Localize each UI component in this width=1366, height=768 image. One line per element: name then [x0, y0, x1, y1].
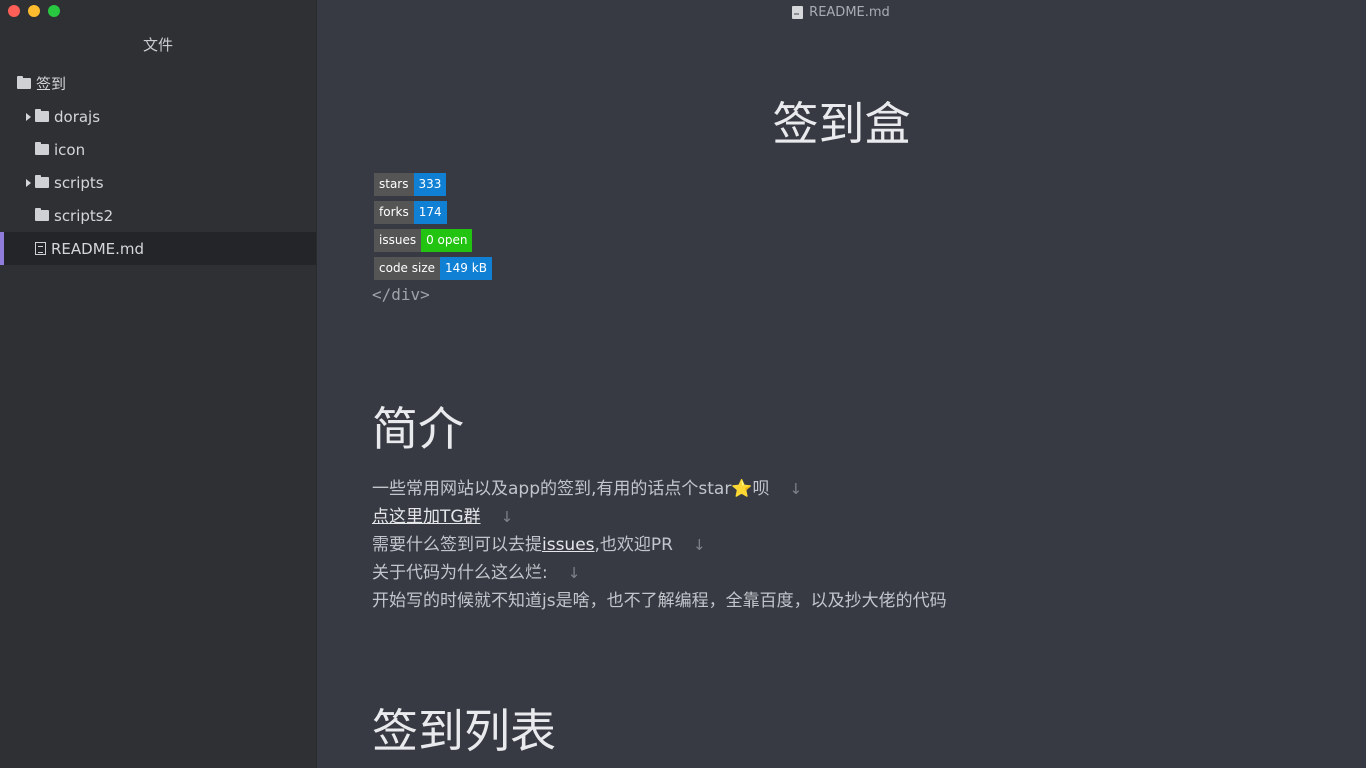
window-title-text: README.md [809, 4, 890, 20]
window-controls [8, 5, 60, 17]
intro-text: 关于代码为什么这么烂: [372, 563, 548, 583]
title-bar: README.md [0, 0, 1366, 24]
folder-icon [35, 109, 49, 122]
line-break-mark: ↓ [500, 508, 514, 526]
badge-issues[interactable]: issues 0 open [374, 229, 492, 252]
intro-line-3: 需要什么签到可以去提issues,也欢迎PR ↓ [372, 530, 706, 555]
intro-text: 需要什么签到可以去提 [372, 535, 542, 555]
file-icon [35, 242, 46, 255]
tree-folder-scripts[interactable]: scripts [0, 166, 316, 199]
tree-item-label: icon [54, 140, 86, 159]
badge-value: 0 open [421, 229, 473, 252]
line-break-mark: ↓ [693, 536, 706, 554]
maximize-window-button[interactable] [48, 5, 60, 17]
line-break-mark: ↓ [789, 480, 803, 498]
sidebar-header: 文件 [142, 36, 173, 54]
file-sidebar: 文件 签到 dorajs icon scripts scripts2 READM… [0, 0, 317, 768]
badge-value: 174 [413, 201, 447, 224]
folder-icon [35, 208, 49, 221]
intro-line-2: 点这里加TG群 ↓ [372, 502, 513, 527]
caret-right-icon[interactable] [26, 178, 31, 187]
line-break-mark: ↓ [567, 564, 581, 582]
tree-item-label: 签到 [36, 75, 67, 93]
section-title-intro: 简介 [372, 402, 464, 456]
badge-label: issues [374, 229, 422, 252]
intro-line-5: 开始写的时候就不知道js是啥，也不了解编程，全靠百度，以及抄大佬的代码 [372, 591, 947, 611]
badge-stars[interactable]: stars 333 [374, 173, 492, 196]
tg-group-link[interactable]: 点这里加TG群 [372, 507, 481, 527]
section-title-list: 签到列表 [372, 704, 556, 758]
intro-text: ,也欢迎PR [594, 535, 673, 555]
tree-item-label: README.md [51, 239, 145, 258]
folder-icon [35, 142, 49, 155]
tree-folder-scripts2[interactable]: scripts2 [0, 199, 316, 232]
badge-value: 333 [413, 173, 447, 196]
raw-html-tag: </div> [372, 285, 430, 304]
document-icon [792, 5, 804, 19]
caret-right-icon[interactable] [26, 112, 31, 121]
folder-icon [17, 76, 31, 89]
badge-label: code size [374, 257, 441, 280]
issues-link[interactable]: issues [542, 535, 595, 555]
tree-file-readme[interactable]: README.md [0, 232, 316, 265]
close-window-button[interactable] [8, 5, 20, 17]
tree-folder-root[interactable]: 签到 [0, 67, 316, 100]
tree-folder-icon[interactable]: icon [0, 133, 316, 166]
intro-line-1: 一些常用网站以及app的签到,有用的话点个star⭐呗 ↓ [372, 474, 802, 499]
tree-item-label: dorajs [54, 107, 101, 126]
window-title: README.md [792, 5, 890, 20]
minimize-window-button[interactable] [28, 5, 40, 17]
badge-value: 149 kB [440, 257, 492, 280]
markdown-preview: 签到盒 stars 333 forks 174 issues 0 open co… [317, 0, 1366, 768]
tree-item-label: scripts2 [54, 206, 114, 225]
intro-text: 一些常用网站以及app的签到,有用的话点个star [372, 479, 732, 499]
intro-text-tail: 呗 [752, 479, 770, 499]
file-tree: 签到 dorajs icon scripts scripts2 README.m… [0, 67, 316, 265]
tree-folder-dorajs[interactable]: dorajs [0, 100, 316, 133]
badge-list: stars 333 forks 174 issues 0 open code s… [374, 173, 492, 285]
badge-code-size[interactable]: code size 149 kB [374, 257, 492, 280]
badge-label: forks [374, 201, 414, 224]
badge-forks[interactable]: forks 174 [374, 201, 492, 224]
tree-item-label: scripts [54, 173, 104, 192]
badge-label: stars [374, 173, 414, 196]
folder-icon [35, 175, 49, 188]
app-window: 文件 签到 dorajs icon scripts scripts2 READM… [0, 0, 1366, 768]
intro-line-4: 关于代码为什么这么烂: ↓ [372, 558, 580, 583]
document-title: 签到盒 [772, 97, 911, 151]
star-icon: ⭐ [731, 479, 753, 499]
